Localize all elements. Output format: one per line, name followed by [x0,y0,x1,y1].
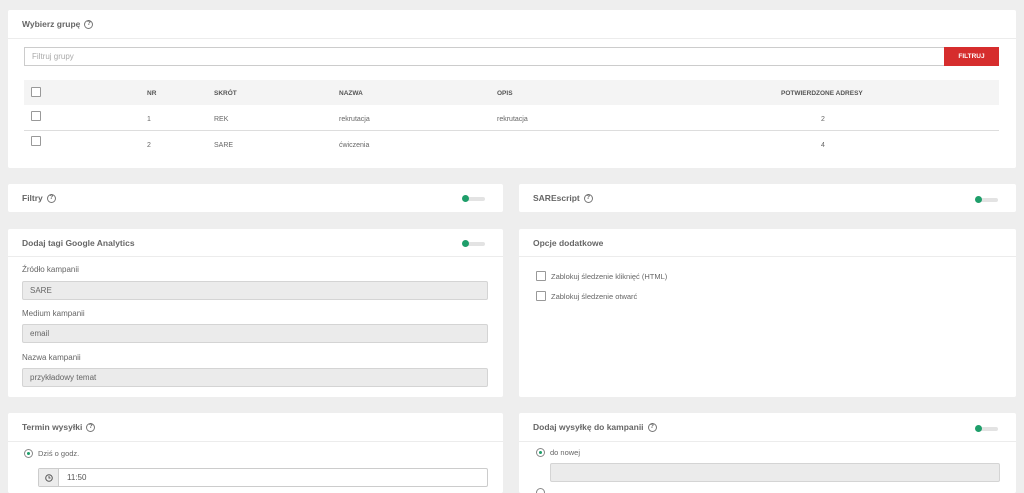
extra-options-title: Opcje dodatkowe [533,237,604,248]
extra-options-header: Opcje dodatkowe [519,229,1016,257]
help-icon[interactable]: ? [647,422,657,432]
new-campaign-radio[interactable] [536,448,545,457]
time-value: 11:50 [67,473,87,482]
medium-label: Medium kampanii [22,309,85,318]
extra-options-card: Opcje dodatkowe [519,229,1016,397]
table-row[interactable]: 2 SARE ćwiczenia 4 [24,133,999,157]
cell-nr: 2 [147,142,151,149]
col-opis: OPIS [497,90,513,97]
row-checkbox[interactable] [31,136,41,146]
cell-skrot: SARE [214,142,234,149]
campaign-card-header: Dodaj wysyłkę do kampanii ? [519,413,1016,442]
cell-nazwa: ćwiczenia [339,142,370,149]
block-click-tracking-label: Zablokuj śledzenie kliknięć (HTML) [551,271,668,281]
block-open-tracking-option[interactable]: Zablokuj śledzenie otwarć [536,291,637,301]
cell-adresy: 2 [821,116,825,123]
source-label: Źródło kampanii [22,265,79,274]
col-skrot: SKRÓT [214,90,237,97]
help-icon[interactable]: ? [84,19,94,29]
cell-opis: rekrutacja [497,116,528,123]
groups-title: Wybierz grupę [22,19,81,29]
groups-table-header: NR SKRÓT NAZWA OPIS POTWIERDZONE ADRESY [24,80,999,105]
campaign-toggle[interactable] [975,425,998,432]
sarescript-toggle[interactable] [975,196,998,203]
today-radio[interactable] [24,449,33,458]
name-field[interactable]: przykładowy temat [22,368,488,387]
ga-title: Dodaj tagi Google Analytics [22,237,135,248]
new-campaign-name-input[interactable] [550,463,1000,482]
schedule-title: Termin wysyłki [22,422,83,432]
cell-nazwa: rekrutacja [339,116,370,123]
ga-card-header: Dodaj tagi Google Analytics [8,229,503,257]
filters-card: Filtry ? [8,184,503,212]
cell-nr: 1 [147,116,151,123]
block-click-tracking-option[interactable]: Zablokuj śledzenie kliknięć (HTML) [536,271,667,281]
sarescript-title: SAREscript [533,193,580,203]
cell-adresy: 4 [821,142,825,149]
clock-icon [39,469,59,486]
group-filter-input[interactable]: Filtruj grupy [24,47,944,66]
new-campaign-label: do nowej [550,448,581,457]
block-click-tracking-checkbox[interactable] [536,271,546,281]
filter-button[interactable]: FILTRUJ [944,47,999,66]
help-icon[interactable]: ? [46,193,56,203]
new-campaign-radio-option[interactable]: do nowej [536,448,580,457]
cell-skrot: REK [214,116,229,123]
filters-toggle[interactable] [462,195,485,202]
block-open-tracking-label: Zablokuj śledzenie otwarć [551,291,638,301]
col-nr: NR [147,90,157,97]
sarescript-card: SAREscript ? [519,184,1016,212]
medium-field[interactable]: email [22,324,488,343]
col-nazwa: NAZWA [339,90,363,97]
today-radio-option[interactable]: Dziś o godz. [24,449,79,458]
ga-toggle[interactable] [462,240,485,247]
sarescript-card-header: SAREscript ? [519,184,1016,212]
source-field[interactable]: SARE [22,281,488,300]
groups-card-header: Wybierz grupę ? [8,10,1016,39]
campaign-title: Dodaj wysyłkę do kampanii [533,422,644,432]
time-input[interactable]: 11:50 [38,468,488,487]
filters-title: Filtry [22,193,43,203]
select-all-checkbox[interactable] [31,87,41,97]
col-adresy: POTWIERDZONE ADRESY [781,90,863,97]
schedule-card-header: Termin wysyłki ? [8,413,503,442]
table-row[interactable]: 1 REK rekrutacja rekrutacja 2 [24,107,999,131]
help-icon[interactable]: ? [583,193,593,203]
filters-card-header: Filtry ? [8,184,503,212]
name-label: Nazwa kampanii [22,353,81,362]
block-open-tracking-checkbox[interactable] [536,291,546,301]
today-label: Dziś o godz. [38,449,80,458]
help-icon[interactable]: ? [86,422,96,432]
row-checkbox[interactable] [31,111,41,121]
existing-campaign-radio[interactable] [536,488,545,493]
